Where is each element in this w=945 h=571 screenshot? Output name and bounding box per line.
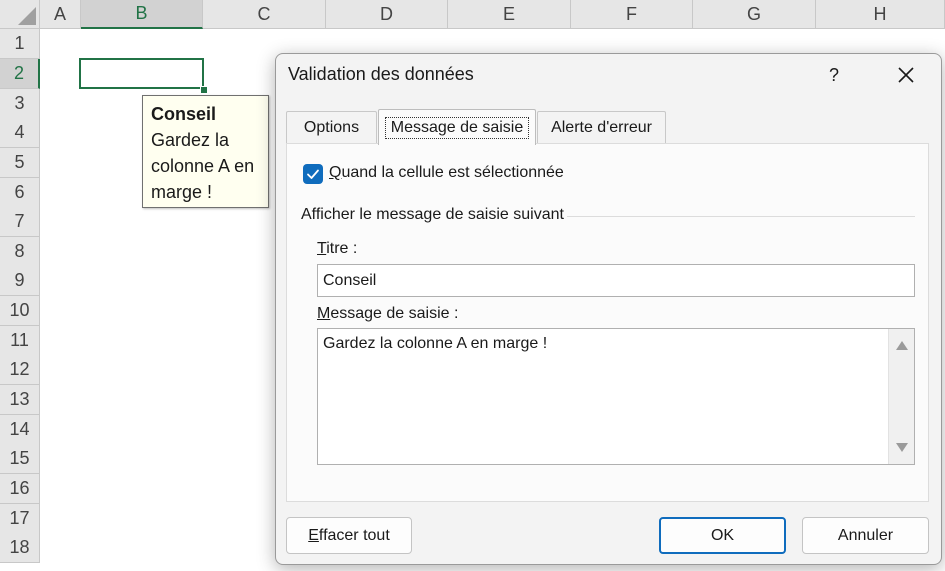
row-header-3[interactable]: 3 — [0, 89, 40, 119]
data-validation-dialog: Validation des données ? Options Message… — [275, 53, 942, 565]
scroll-up-arrow-icon[interactable] — [896, 341, 908, 350]
column-header-d[interactable]: D — [326, 0, 448, 29]
tab-error-alert[interactable]: Alerte d'erreur — [537, 111, 666, 144]
clear-all-label: ffacer tout — [318, 526, 390, 544]
message-accesskey: M — [317, 305, 331, 322]
clear-all-button[interactable]: Effacer tout — [286, 517, 412, 554]
message-scrollbar[interactable] — [888, 329, 914, 464]
row-header-15[interactable]: 15 — [0, 444, 40, 474]
row-header-18[interactable]: 18 — [0, 533, 40, 563]
selected-cell-b2[interactable] — [79, 58, 204, 89]
row-header-7[interactable]: 7 — [0, 207, 40, 237]
row-header-2[interactable]: 2 — [0, 59, 40, 89]
row-header-9[interactable]: 9 — [0, 266, 40, 296]
tab-options-label: Options — [303, 119, 360, 136]
fill-handle[interactable] — [200, 86, 208, 94]
column-header-f[interactable]: F — [571, 0, 693, 29]
row-header-12[interactable]: 12 — [0, 355, 40, 385]
message-field-label: Message de saisie : — [317, 305, 458, 323]
column-header-h[interactable]: H — [816, 0, 945, 29]
row-header-16[interactable]: 16 — [0, 474, 40, 504]
show-message-label[interactable]: Quand la cellule est sélectionnée — [329, 164, 564, 182]
row-header-10[interactable]: 10 — [0, 296, 40, 326]
close-button[interactable] — [888, 60, 924, 90]
title-field-label-text: itre : — [326, 240, 358, 257]
show-message-label-text: uand la cellule est sélectionnée — [341, 164, 564, 181]
show-message-accesskey: Q — [329, 164, 342, 181]
tooltip-title: Conseil — [151, 104, 217, 124]
input-message-tooltip: Conseil Gardez la colonne A en marge ! — [142, 95, 269, 208]
group-divider — [567, 216, 915, 217]
tab-input-message-label: Message de saisie — [384, 116, 530, 139]
help-button[interactable]: ? — [816, 60, 852, 90]
input-message-panel: Quand la cellule est sélectionnée Affich… — [286, 143, 929, 502]
message-textarea[interactable]: Gardez la colonne A en marge ! — [317, 328, 915, 465]
select-all-corner[interactable] — [0, 0, 40, 29]
ok-button[interactable]: OK — [659, 517, 786, 554]
column-header-a[interactable]: A — [40, 0, 81, 29]
tab-error-alert-label: Alerte d'erreur — [551, 119, 652, 136]
row-header-11[interactable]: 11 — [0, 326, 40, 356]
column-header-b[interactable]: B — [81, 0, 203, 29]
row-header-14[interactable]: 14 — [0, 415, 40, 445]
select-all-triangle-icon — [18, 7, 36, 25]
row-header-5[interactable]: 5 — [0, 148, 40, 178]
column-header-g[interactable]: G — [693, 0, 816, 29]
group-label: Afficher le message de saisie suivant — [301, 206, 564, 223]
message-field-label-text: essage de saisie : — [330, 305, 459, 322]
cancel-button[interactable]: Annuler — [802, 517, 929, 554]
row-header-4[interactable]: 4 — [0, 118, 40, 148]
column-header-e[interactable]: E — [448, 0, 571, 29]
checkmark-icon — [307, 169, 319, 179]
tab-input-message[interactable]: Message de saisie — [378, 109, 536, 145]
row-header-13[interactable]: 13 — [0, 385, 40, 415]
title-accesskey: T — [317, 240, 327, 257]
title-field-label: Titre : — [317, 240, 357, 258]
row-header-6[interactable]: 6 — [0, 178, 40, 208]
show-message-checkbox[interactable] — [303, 164, 323, 184]
message-textarea-value: Gardez la colonne A en marge ! — [323, 335, 548, 352]
dialog-title: Validation des données — [288, 64, 474, 84]
tab-options[interactable]: Options — [286, 111, 377, 144]
column-header-c[interactable]: C — [203, 0, 326, 29]
row-header-1[interactable]: 1 — [0, 29, 40, 59]
tooltip-message: Gardez la colonne A en marge ! — [151, 130, 255, 202]
row-header-17[interactable]: 17 — [0, 504, 40, 534]
scroll-down-arrow-icon[interactable] — [896, 443, 908, 452]
row-header-8[interactable]: 8 — [0, 237, 40, 267]
close-icon — [898, 67, 914, 83]
title-input[interactable]: Conseil — [317, 264, 915, 297]
clear-all-accesskey: E — [308, 526, 319, 544]
